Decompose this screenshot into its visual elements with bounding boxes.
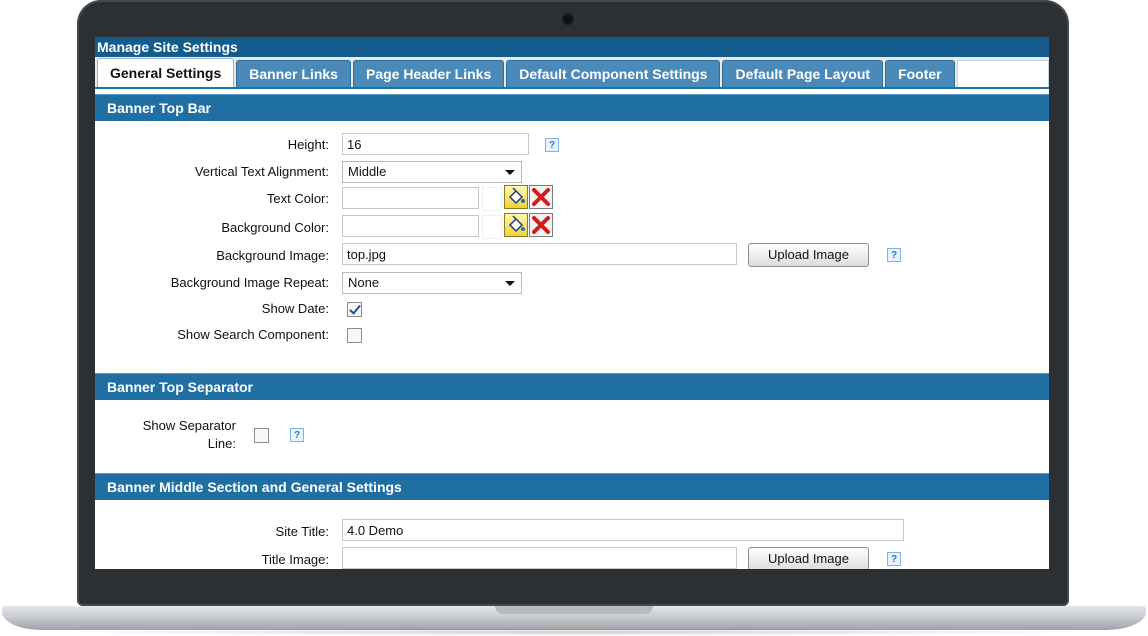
chevron-down-icon <box>505 170 515 175</box>
tab-footer[interactable]: Footer <box>885 60 955 87</box>
screen: Manage Site Settings General Settings Ba… <box>95 37 1049 569</box>
vertical-alignment-select[interactable]: Middle <box>342 161 522 183</box>
background-repeat-label: Background Image Repeat: <box>170 275 329 290</box>
paint-bucket-icon[interactable] <box>504 213 528 237</box>
section-header-banner-top-separator: Banner Top Separator <box>95 373 1049 400</box>
upload-title-image-button[interactable]: Upload Image <box>748 547 869 569</box>
tab-bar-filler <box>956 60 1049 87</box>
tab-page-header-links[interactable]: Page Header Links <box>352 60 505 87</box>
background-image-input[interactable]: top.jpg <box>342 243 737 265</box>
clear-color-icon[interactable] <box>529 185 553 209</box>
tab-general-settings[interactable]: General Settings <box>97 58 235 87</box>
banner-separator-form: Show Separator Line: ? <box>95 400 1049 473</box>
height-help-icon[interactable]: ? <box>545 138 559 152</box>
background-repeat-value: None <box>348 275 380 290</box>
show-search-checkbox[interactable] <box>347 328 362 343</box>
vertical-alignment-value: Middle <box>348 164 387 179</box>
section-header-banner-top-bar: Banner Top Bar <box>95 94 1049 121</box>
title-image-input[interactable] <box>342 547 737 569</box>
height-input[interactable]: 16 <box>342 133 529 155</box>
background-color-swatch <box>482 215 502 239</box>
text-color-swatch <box>482 187 502 211</box>
height-label: Height: <box>287 137 329 152</box>
tab-banner-links[interactable]: Banner Links <box>236 60 351 87</box>
tab-default-component-settings[interactable]: Default Component Settings <box>506 60 721 87</box>
background-repeat-select[interactable]: None <box>342 272 522 294</box>
clear-color-icon[interactable] <box>529 213 553 237</box>
title-image-label: Title Image: <box>261 552 329 567</box>
vertical-alignment-label: Vertical Text Alignment: <box>194 164 329 179</box>
text-color-label: Text Color: <box>266 191 329 206</box>
show-separator-label: Show Separator Line: <box>142 418 236 451</box>
paint-bucket-icon[interactable] <box>504 185 528 209</box>
title-image-help-icon[interactable]: ? <box>887 552 901 566</box>
text-color-input[interactable] <box>342 187 479 209</box>
background-image-help-icon[interactable]: ? <box>887 248 901 262</box>
background-image-label: Background Image: <box>216 248 329 263</box>
show-date-checkbox[interactable] <box>347 302 362 317</box>
section-header-banner-middle: Banner Middle Section and General Settin… <box>95 473 1049 500</box>
banner-middle-form: Site Title: 4.0 Demo Title Image: Upload… <box>95 500 1049 569</box>
show-date-label: Show Date: <box>261 301 329 316</box>
window-title: Manage Site Settings <box>95 37 1049 57</box>
show-search-label: Show Search Component: <box>177 327 329 342</box>
separator-help-icon[interactable]: ? <box>290 428 304 442</box>
show-separator-checkbox[interactable] <box>254 428 269 443</box>
banner-top-bar-form: Height: 16 ? Vertical Text Alignment: Mi… <box>95 121 1049 373</box>
tab-bar: General Settings Banner Links Page Heade… <box>95 57 1049 89</box>
tab-default-page-layout[interactable]: Default Page Layout <box>722 60 884 87</box>
laptop-shadow <box>40 628 1108 636</box>
laptop-base-notch <box>495 606 653 614</box>
chevron-down-icon <box>505 281 515 286</box>
background-color-label: Background Color: <box>221 220 329 235</box>
upload-image-button[interactable]: Upload Image <box>748 243 869 267</box>
background-color-input[interactable] <box>342 215 479 237</box>
webcam-icon <box>564 15 572 23</box>
site-title-input[interactable]: 4.0 Demo <box>342 519 904 541</box>
site-title-label: Site Title: <box>275 524 329 539</box>
